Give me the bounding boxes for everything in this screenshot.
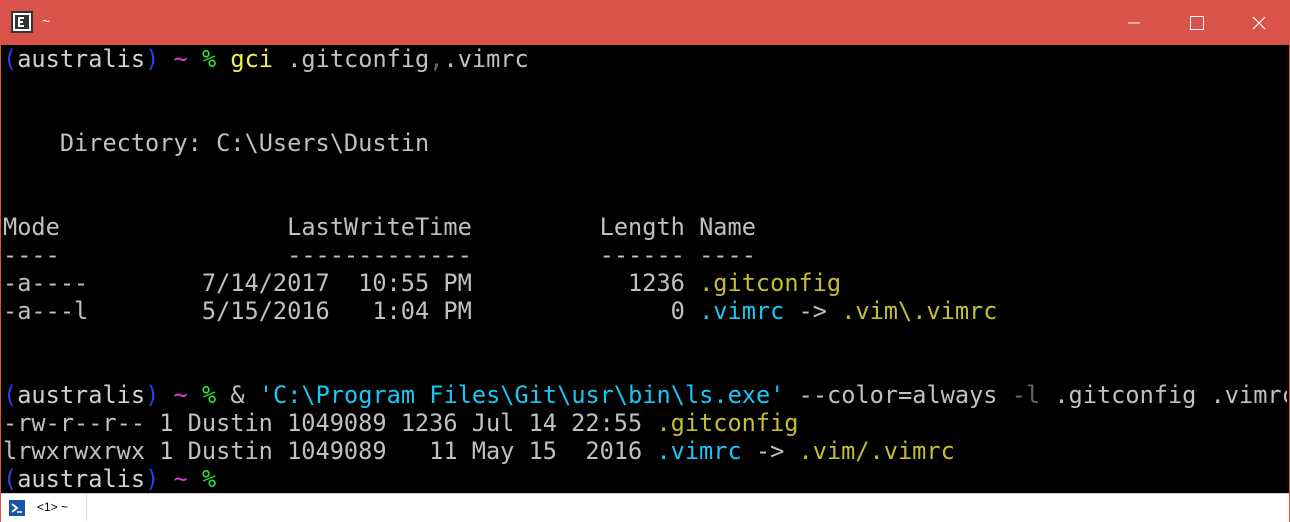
row-time: 1:04 PM (372, 297, 472, 325)
powershell-icon (9, 500, 25, 516)
ls-row-details: lrwxrwxrwx 1 Dustin 1049089 11 May 15 20… (3, 437, 643, 465)
header-name: Name (699, 213, 756, 241)
command-arg: .gitconfig .vimrc (1054, 381, 1287, 409)
tab-label: <1> ~ (37, 500, 69, 514)
row-date: 5/15/2016 (201, 297, 330, 325)
conemu-app-icon[interactable] (11, 11, 33, 33)
window-title: ~ (42, 13, 51, 29)
command-separator: , (429, 45, 444, 73)
prompt-symbol: % (201, 465, 217, 492)
prompt-host: australis (17, 381, 146, 409)
minimize-button[interactable] (1103, 0, 1165, 45)
command-flag: -l (1011, 381, 1041, 409)
prompt-paren: ( (3, 381, 18, 409)
terminal-line-cmd1: (australis) ~ % gci .gitconfig,.vimrc (3, 45, 529, 73)
command-arg: .vimrc (443, 45, 529, 73)
row-mode: -a---- (3, 269, 89, 297)
terminal-console[interactable]: (australis) ~ % gci .gitconfig,.vimrc Di… (3, 45, 1287, 492)
command-arg: .gitconfig (287, 45, 430, 73)
prompt-paren: ( (3, 465, 18, 492)
header-length: Length (599, 213, 685, 241)
table-row: -a---l 5/15/2016 1:04 PM 0 .vimrc -> .vi… (3, 297, 997, 325)
row-name: .vimrc (699, 297, 785, 325)
table-header-underline: ---- ------------- ------ ---- (3, 241, 756, 269)
prompt-path: ~ (173, 465, 188, 492)
terminal-line-prompt[interactable]: (australis) ~ % (3, 465, 216, 492)
directory-label: Directory: C:\Users\Dustin (59, 129, 430, 157)
prompt-paren: ) (145, 45, 160, 73)
status-bar: <1> ~ (1, 493, 1289, 522)
command-name: gci (230, 45, 273, 73)
prompt-paren: ( (3, 45, 18, 73)
header-lastwritetime: LastWriteTime (287, 213, 472, 241)
underline-mode: ---- (3, 241, 60, 269)
underline-lastwritetime: ------------- (287, 241, 472, 269)
row-length: 0 (670, 297, 685, 325)
console-tab[interactable]: <1> ~ (1, 494, 87, 521)
row-time: 10:55 PM (358, 269, 472, 297)
title-bar[interactable]: ~ (0, 0, 1290, 45)
underline-length: ------ (599, 241, 685, 269)
prompt-paren: ) (145, 465, 160, 492)
maximize-icon (1190, 15, 1204, 30)
symlink-target: .vim/.vimrc (798, 437, 955, 465)
command-path: 'C:\Program Files\Git\usr\bin\ls.exe' (258, 381, 785, 409)
terminal-line-directory: Directory: C:\Users\Dustin (3, 129, 429, 157)
row-name: .gitconfig (699, 269, 842, 297)
minimize-icon (1128, 22, 1140, 23)
row-mode: -a---l (3, 297, 89, 325)
underline-name: ---- (699, 241, 756, 269)
ls-output-row: -rw-r--r-- 1 Dustin 1049089 1236 Jul 14 … (3, 409, 798, 437)
row-date: 7/14/2017 (201, 269, 330, 297)
prompt-host: australis (17, 465, 146, 492)
header-mode: Mode (3, 213, 60, 241)
table-row: -a---- 7/14/2017 10:55 PM 1236 .gitconfi… (3, 269, 841, 297)
prompt-symbol: % (201, 45, 217, 73)
prompt-paren: ) (145, 381, 160, 409)
ls-row-name: .vimrc (656, 437, 742, 465)
symlink-target: .vim\.vimrc (841, 297, 998, 325)
prompt-host: australis (17, 45, 146, 73)
prompt-symbol: % (201, 381, 217, 409)
ls-row-details: -rw-r--r-- 1 Dustin 1049089 1236 Jul 14 … (3, 409, 643, 437)
terminal-line-cmd2: (australis) ~ % & 'C:\Program Files\Git\… (3, 381, 1287, 409)
prompt-path: ~ (173, 381, 188, 409)
table-header: Mode LastWriteTime Length Name (3, 213, 756, 241)
row-length: 1236 (628, 269, 685, 297)
command-flag: --color=always (798, 381, 998, 409)
close-icon (1252, 16, 1266, 29)
symlink-arrow: -> (798, 297, 827, 325)
symlink-arrow: -> (755, 437, 785, 465)
maximize-button[interactable] (1166, 0, 1228, 45)
ls-output-row: lrwxrwxrwx 1 Dustin 1049089 11 May 15 20… (3, 437, 955, 465)
call-operator: & (230, 381, 245, 409)
close-button[interactable] (1228, 0, 1290, 45)
prompt-path: ~ (173, 45, 188, 73)
ls-row-name: .gitconfig (656, 409, 799, 437)
